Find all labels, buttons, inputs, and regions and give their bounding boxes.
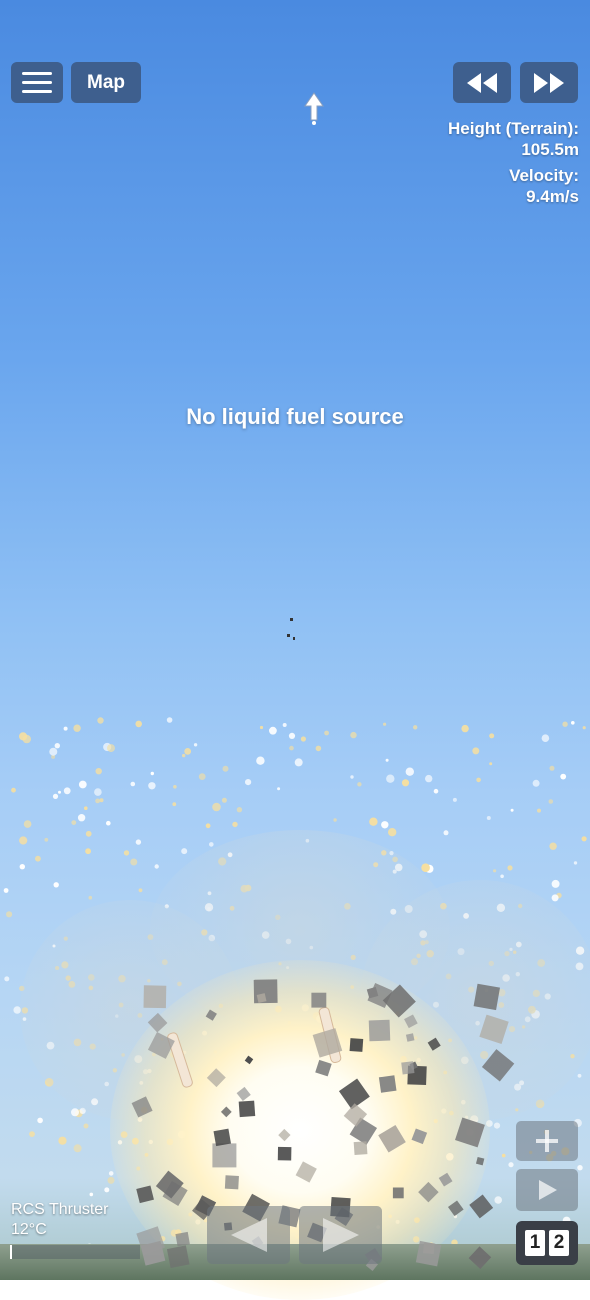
debris-piece [213, 1128, 232, 1147]
debris-piece [481, 1049, 515, 1082]
height-readout: Height (Terrain): 105.5m [448, 118, 579, 160]
debris-piece [295, 1161, 317, 1183]
debris-piece [315, 1059, 332, 1077]
debris-piece [147, 1012, 168, 1033]
debris-piece [166, 1245, 190, 1269]
debris-piece [175, 1231, 190, 1247]
throttle-marker [10, 1245, 12, 1259]
debris-piece [368, 1019, 391, 1042]
menu-button[interactable] [11, 62, 63, 103]
debris-piece [378, 1075, 397, 1093]
rotate-left-button[interactable] [207, 1206, 290, 1264]
debris-piece [136, 1185, 154, 1204]
part-info: RCS Thruster 12°C [11, 1200, 109, 1240]
height-value: 105.5m [521, 140, 579, 159]
debris-piece [475, 1156, 485, 1166]
distant-debris [287, 634, 290, 637]
plus-icon [536, 1130, 558, 1152]
debris-piece [404, 1014, 418, 1029]
distant-debris [293, 637, 295, 640]
part-temperature: 12°C [11, 1221, 47, 1238]
debris-piece [401, 1061, 415, 1075]
play-icon [539, 1180, 557, 1200]
debris-piece [277, 1146, 292, 1161]
debris-piece [278, 1128, 291, 1142]
height-label: Height (Terrain): [448, 119, 579, 138]
debris-piece [438, 1172, 453, 1187]
debris-piece [143, 985, 167, 1009]
fast-forward-icon [534, 72, 564, 93]
map-button[interactable]: Map [71, 62, 141, 103]
debris-piece [349, 1038, 364, 1052]
stage-digit: 1 [525, 1230, 545, 1256]
stage-digit: 2 [549, 1230, 569, 1256]
debris-piece [212, 1143, 237, 1168]
stage-indicator[interactable]: 1 2 [516, 1221, 578, 1265]
debris-piece [378, 1124, 406, 1153]
velocity-label: Velocity: [509, 166, 579, 185]
velocity-readout: Velocity: 9.4m/s [509, 165, 579, 207]
status-message: No liquid fuel source [186, 404, 404, 429]
debris-piece [244, 1055, 254, 1065]
debris-piece [392, 1187, 404, 1199]
debris-piece [479, 1014, 509, 1044]
part-name: RCS Thruster [11, 1201, 109, 1218]
debris-piece [447, 1200, 464, 1217]
rewind-button[interactable] [453, 62, 511, 103]
debris-piece [220, 1106, 232, 1118]
debris-piece [469, 1194, 494, 1219]
debris-piece [468, 1246, 492, 1270]
zoom-in-button[interactable] [516, 1121, 578, 1161]
debris-piece [353, 1141, 368, 1156]
debris-field [131, 618, 515, 1271]
debris-piece [206, 1068, 226, 1088]
debris-piece [455, 1117, 485, 1148]
debris-piece [427, 1037, 441, 1051]
debris-piece [415, 1240, 442, 1267]
debris-piece [418, 1181, 439, 1203]
debris-piece [411, 1128, 428, 1145]
arrow-left-icon [230, 1218, 267, 1252]
arrow-right-icon [322, 1218, 359, 1252]
throttle-bar [10, 1245, 140, 1259]
debris-piece [405, 1033, 415, 1042]
debris-piece [473, 983, 501, 1011]
velocity-value: 9.4m/s [526, 187, 579, 206]
distant-debris [290, 618, 293, 621]
debris-piece [238, 1100, 256, 1118]
rotate-right-button[interactable] [299, 1206, 382, 1264]
play-button[interactable] [516, 1169, 578, 1211]
hamburger-menu-icon [22, 72, 52, 93]
direction-arrow-icon [304, 92, 324, 125]
rewind-icon [467, 72, 497, 93]
debris-piece [205, 1009, 217, 1021]
debris-piece [236, 1086, 251, 1102]
debris-piece [131, 1096, 153, 1118]
debris-piece [311, 992, 327, 1008]
fast-forward-button[interactable] [520, 62, 578, 103]
debris-piece [224, 1175, 239, 1190]
